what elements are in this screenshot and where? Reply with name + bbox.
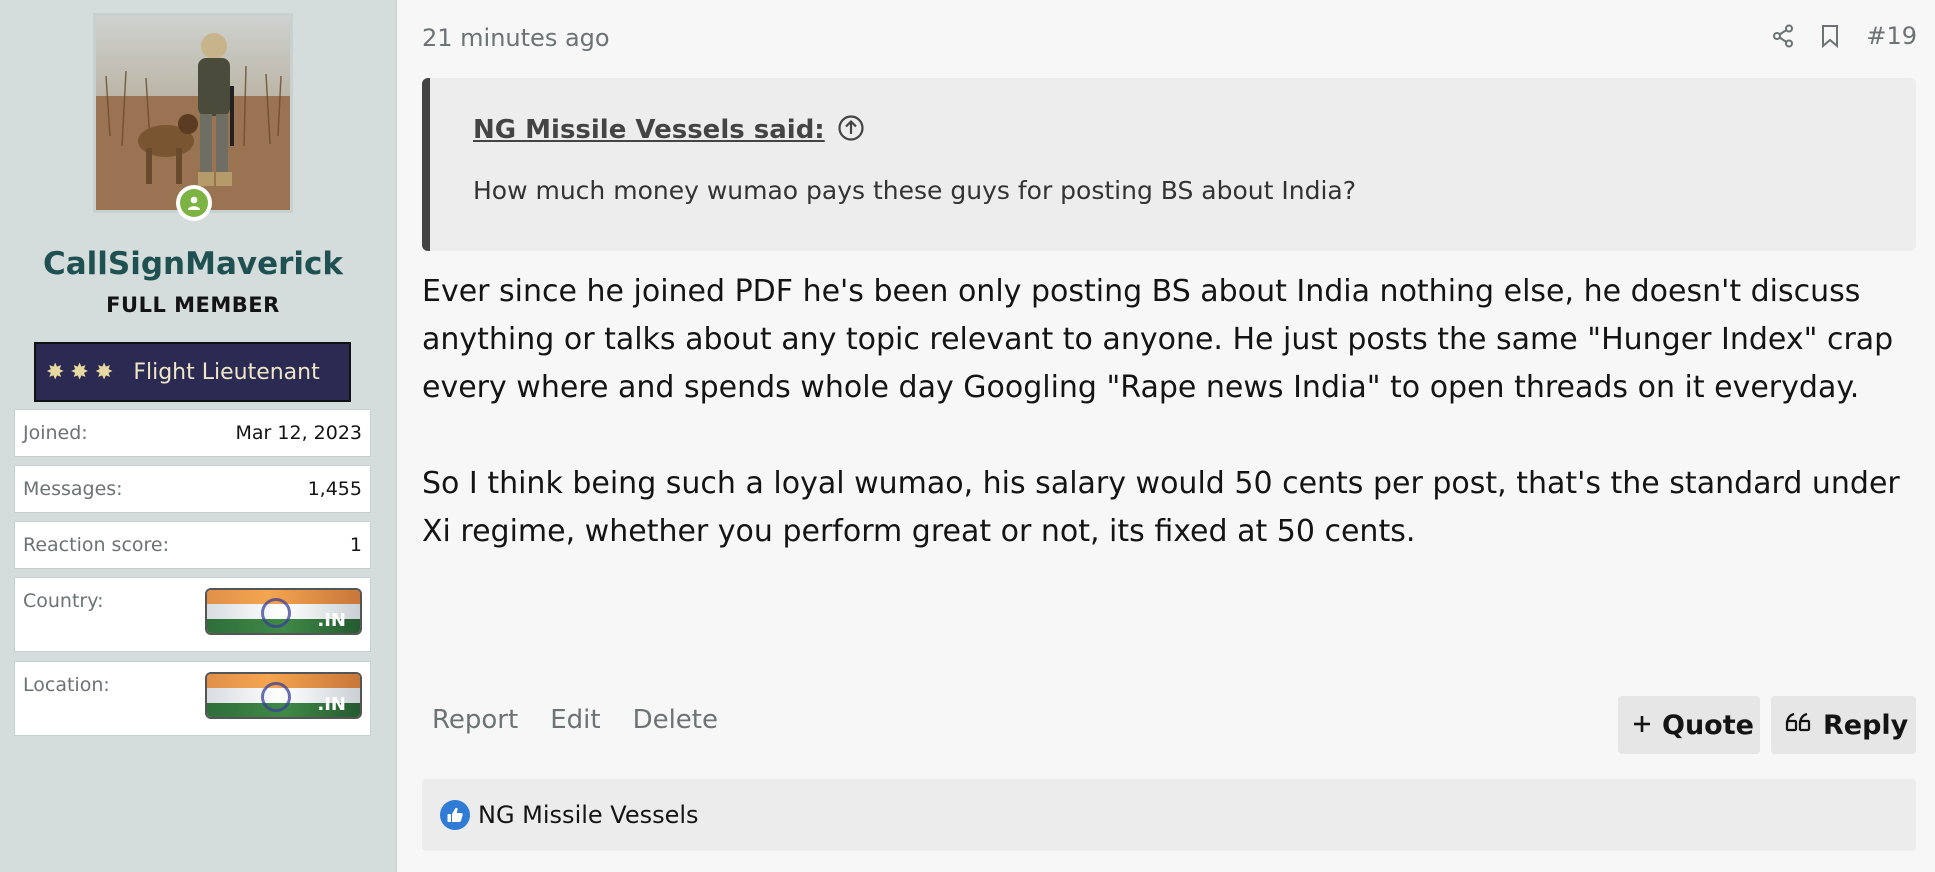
post-paragraph: Ever since he joined PDF he's been only …	[422, 274, 1894, 405]
jump-to-quote-icon[interactable]	[837, 114, 865, 146]
india-flag-icon: .IN	[205, 672, 362, 719]
post-paragraph: So I think being such a loyal wumao, his…	[422, 466, 1900, 549]
post-number[interactable]: #19	[1866, 22, 1917, 50]
quote-text: How much money wumao pays these guys for…	[473, 176, 1357, 205]
flag-tld: .IN	[317, 610, 346, 631]
stat-joined: Joined: Mar 12, 2023	[14, 409, 371, 457]
flag-tld: .IN	[317, 694, 346, 715]
user-sidebar: CallSignMaverick FULL MEMBER ✸✸✸ Flight …	[0, 0, 397, 872]
post-footer-links: Report Edit Delete	[432, 705, 718, 735]
share-icon[interactable]	[1772, 24, 1794, 48]
stat-reaction-score: Reaction score: 1	[14, 521, 371, 569]
bookmark-icon[interactable]	[1820, 24, 1840, 48]
stat-label: Location:	[23, 674, 110, 696]
stat-country: Country: .IN	[14, 577, 371, 652]
stat-messages: Messages: 1,455	[14, 465, 371, 513]
stat-value[interactable]: 1,455	[308, 478, 362, 500]
rank-banner-label: Flight Lieutenant	[133, 359, 320, 385]
stat-value: 1	[349, 534, 362, 556]
avatar-image[interactable]	[93, 13, 293, 213]
post-timestamp[interactable]: 21 minutes ago	[422, 24, 610, 52]
edit-link[interactable]: Edit	[550, 705, 600, 735]
user-title: FULL MEMBER	[106, 293, 280, 317]
rank-banner: ✸✸✸ Flight Lieutenant	[34, 342, 351, 402]
avatar[interactable]	[93, 13, 293, 221]
post-body: Ever since he joined PDF he's been only …	[422, 268, 1922, 556]
quote-button-label: Quote	[1662, 709, 1754, 741]
plus-icon	[1632, 710, 1652, 741]
online-status-icon	[176, 185, 212, 221]
reply-button-label: Reply	[1823, 709, 1909, 741]
report-link[interactable]: Report	[432, 705, 518, 735]
post-top-actions: #19	[1772, 22, 1917, 50]
username[interactable]: CallSignMaverick	[0, 246, 386, 282]
stat-label: Country:	[23, 590, 104, 612]
stat-label: Messages:	[23, 478, 123, 500]
stat-location: Location: .IN	[14, 661, 371, 736]
like-icon	[440, 800, 470, 830]
stat-label: Joined:	[23, 422, 88, 444]
quote-block: NG Missile Vessels said: How much money …	[422, 78, 1916, 251]
stat-label: Reaction score:	[23, 534, 170, 556]
stat-value: Mar 12, 2023	[235, 422, 363, 444]
reaction-user-link[interactable]: NG Missile Vessels	[478, 801, 699, 829]
delete-link[interactable]: Delete	[633, 705, 718, 735]
rank-stars-icon: ✸✸✸	[46, 359, 120, 385]
quote-author-link[interactable]: NG Missile Vessels said:	[473, 115, 825, 145]
reply-button[interactable]: Reply	[1771, 696, 1916, 754]
reply-quote-icon	[1785, 710, 1813, 741]
reactions-bar[interactable]: NG Missile Vessels	[422, 779, 1916, 851]
quote-button[interactable]: Quote	[1618, 696, 1760, 754]
india-flag-icon: .IN	[205, 588, 362, 635]
